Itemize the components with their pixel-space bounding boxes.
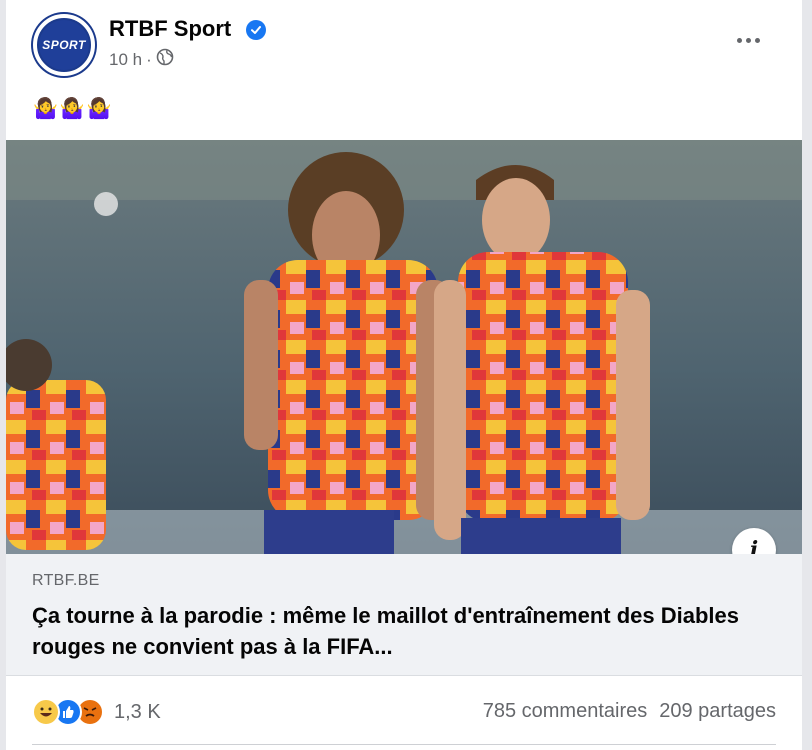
globe-icon	[156, 48, 174, 71]
engagement-stats: 785 commentaires 209 partages	[483, 700, 776, 723]
comments-count-link[interactable]: 785 commentaires	[483, 700, 648, 723]
engagement-bar: 1,3 K 785 commentaires 209 partages	[6, 676, 802, 750]
link-preview-image[interactable]	[6, 140, 802, 554]
shares-count-link[interactable]: 209 partages	[659, 700, 776, 723]
more-dots-icon	[736, 37, 742, 43]
photo-illustration	[6, 140, 802, 554]
more-dot	[745, 37, 751, 43]
link-title[interactable]: Ça tourne à la parodie : même le maillot…	[32, 600, 772, 662]
post-meta: 10 h ·	[109, 48, 174, 71]
avatar-logo: SPORT	[39, 20, 89, 70]
footer-divider	[32, 744, 776, 745]
meta-separator: ·	[146, 49, 152, 69]
haha-reaction-icon	[32, 698, 60, 726]
link-domain: RTBF.BE	[32, 572, 100, 589]
post-card: SPORT RTBF Sport 10 h · 🤷‍♀️🤷‍♀️🤷‍♀️	[6, 0, 802, 750]
more-dot	[754, 37, 760, 43]
post-header: SPORT RTBF Sport 10 h ·	[6, 0, 802, 90]
more-options-button[interactable]	[730, 28, 766, 52]
post-text: 🤷‍♀️🤷‍♀️🤷‍♀️	[33, 98, 114, 120]
page-avatar[interactable]: SPORT	[33, 14, 95, 76]
reaction-count: 1,3 K	[114, 700, 161, 723]
link-preview-box[interactable]: RTBF.BE Ça tourne à la parodie : même le…	[6, 554, 802, 676]
reactions-summary[interactable]: 1,3 K	[32, 698, 161, 726]
page-name-link[interactable]: RTBF Sport	[109, 16, 231, 42]
verified-check-icon	[246, 20, 266, 40]
post-timestamp[interactable]: 10 h	[109, 50, 142, 70]
